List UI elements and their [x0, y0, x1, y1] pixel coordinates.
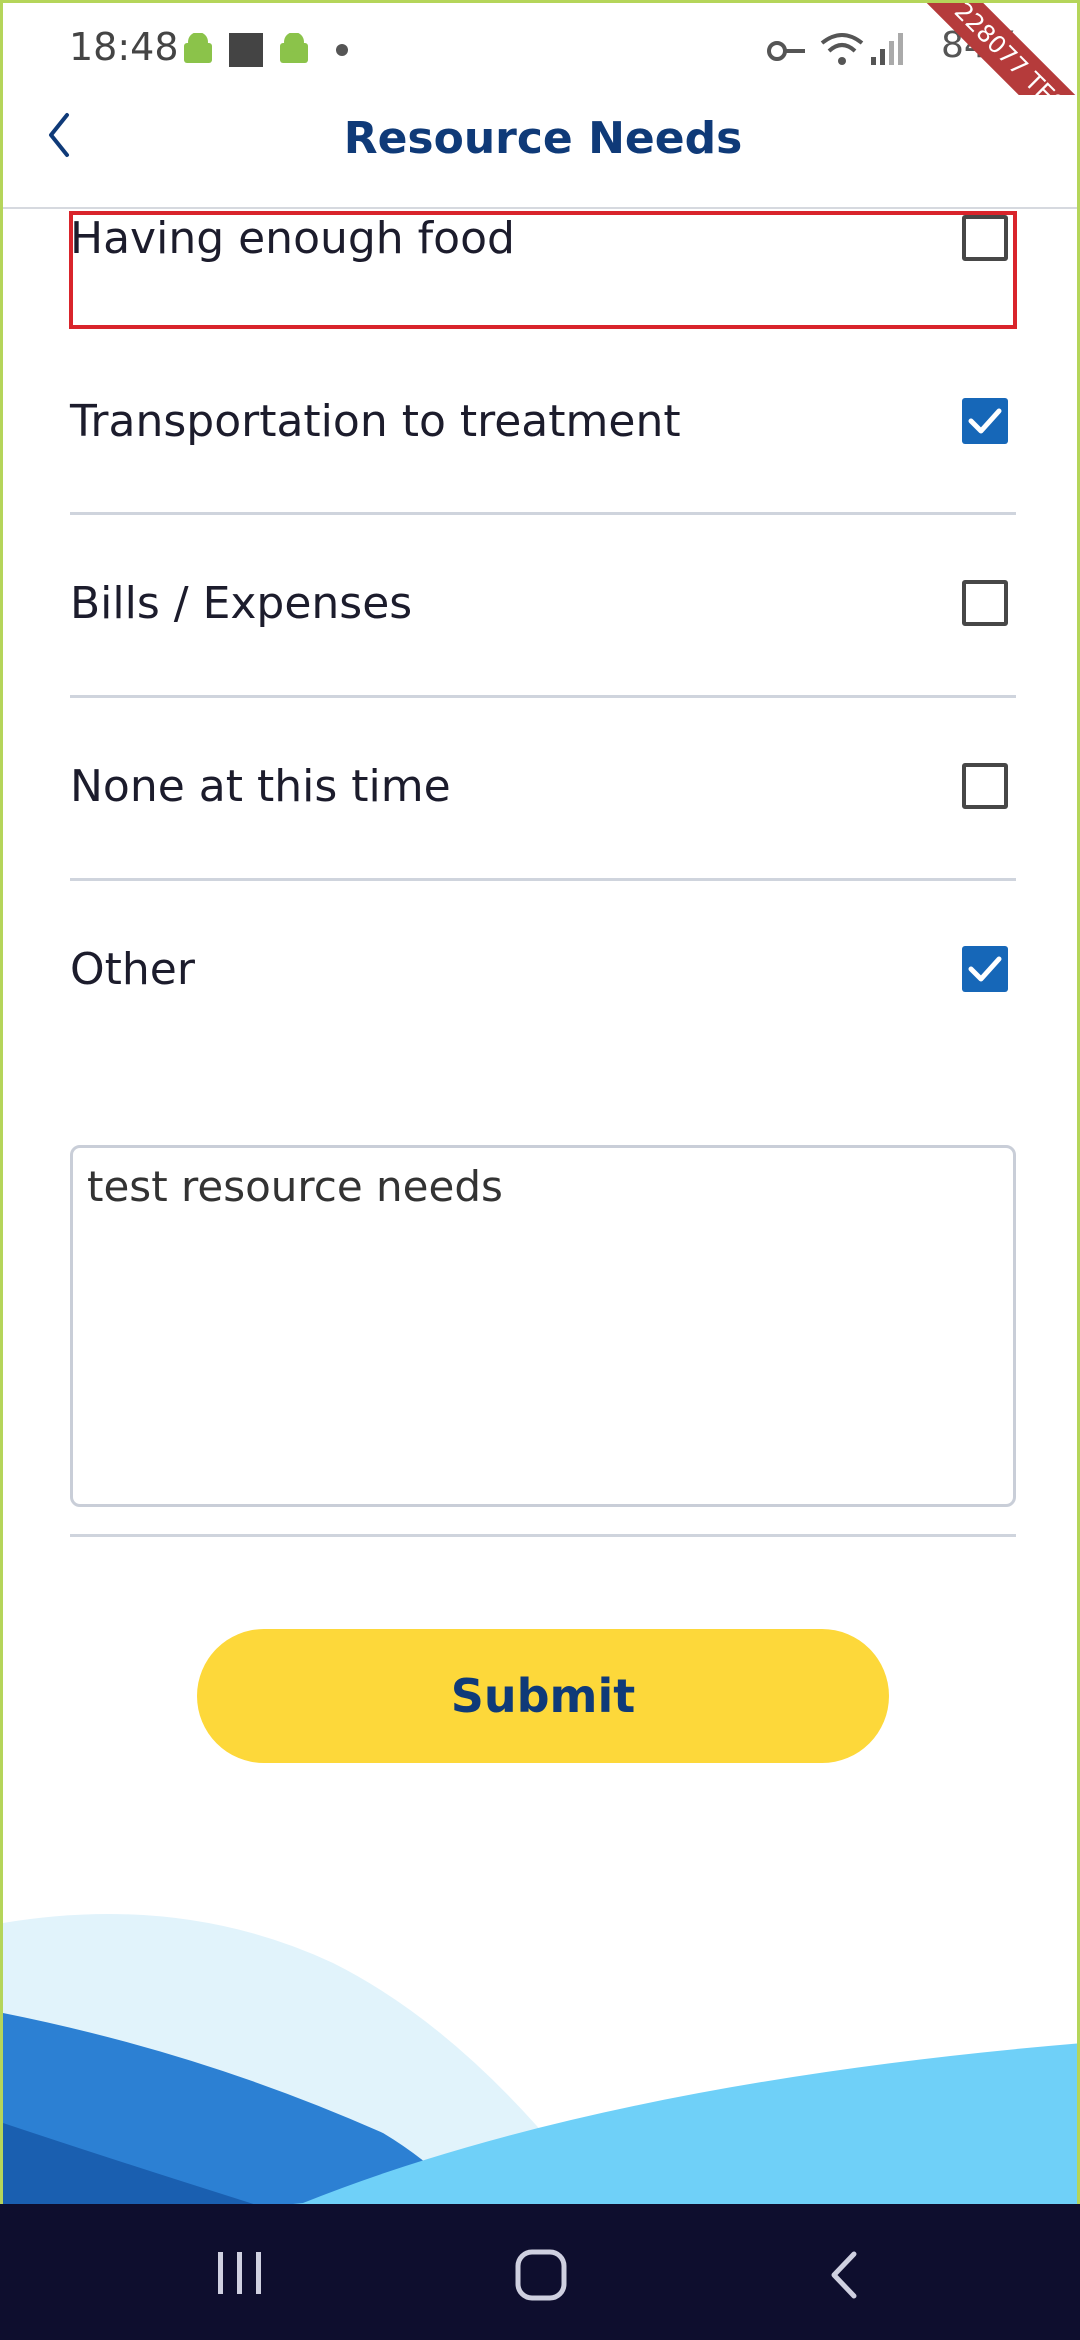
android-icon — [280, 33, 308, 63]
app-icon — [229, 33, 263, 67]
signal-icon — [871, 33, 903, 65]
status-time: 18:48 — [69, 25, 179, 69]
checkbox[interactable] — [962, 580, 1008, 626]
android-icon — [184, 33, 212, 63]
option-row[interactable]: Bills / Expenses — [70, 578, 1016, 760]
option-row[interactable]: Transportation to treatment — [70, 396, 1016, 578]
back-icon[interactable] — [824, 2248, 864, 2302]
app-frame: 18:48 84% 228077 TEST Resource Needs Hav… — [0, 0, 1080, 2204]
wifi-icon — [820, 33, 864, 65]
checkmark-icon — [968, 408, 1002, 434]
other-text-field[interactable]: test resource needs — [70, 1145, 1016, 1507]
key-icon — [767, 41, 805, 61]
home-icon[interactable] — [514, 2248, 570, 2302]
option-label: Bills / Expenses — [70, 578, 413, 629]
option-label: Other — [70, 944, 195, 995]
wave-decoration — [3, 1914, 1077, 2204]
app-bar: Resource Needs — [3, 95, 1077, 209]
system-nav-bar — [0, 2204, 1080, 2340]
dot-icon — [336, 44, 348, 56]
selection-highlight — [69, 211, 1017, 329]
checkbox[interactable] — [962, 763, 1008, 809]
option-row[interactable]: None at this time — [70, 761, 1016, 943]
divider — [70, 1534, 1016, 1537]
status-bar: 18:48 84% 228077 TEST — [3, 3, 1077, 191]
divider — [70, 878, 1016, 881]
option-label: Transportation to treatment — [70, 396, 681, 447]
option-row[interactable]: Other — [70, 944, 1016, 1126]
recents-icon[interactable] — [214, 2248, 266, 2298]
checkbox[interactable] — [962, 946, 1008, 992]
divider — [70, 695, 1016, 698]
checkmark-icon — [968, 956, 1002, 982]
checkbox[interactable] — [962, 398, 1008, 444]
divider — [70, 512, 1016, 515]
submit-button[interactable]: Submit — [197, 1629, 889, 1763]
option-label: None at this time — [70, 761, 451, 812]
page-title: Resource Needs — [343, 113, 743, 164]
